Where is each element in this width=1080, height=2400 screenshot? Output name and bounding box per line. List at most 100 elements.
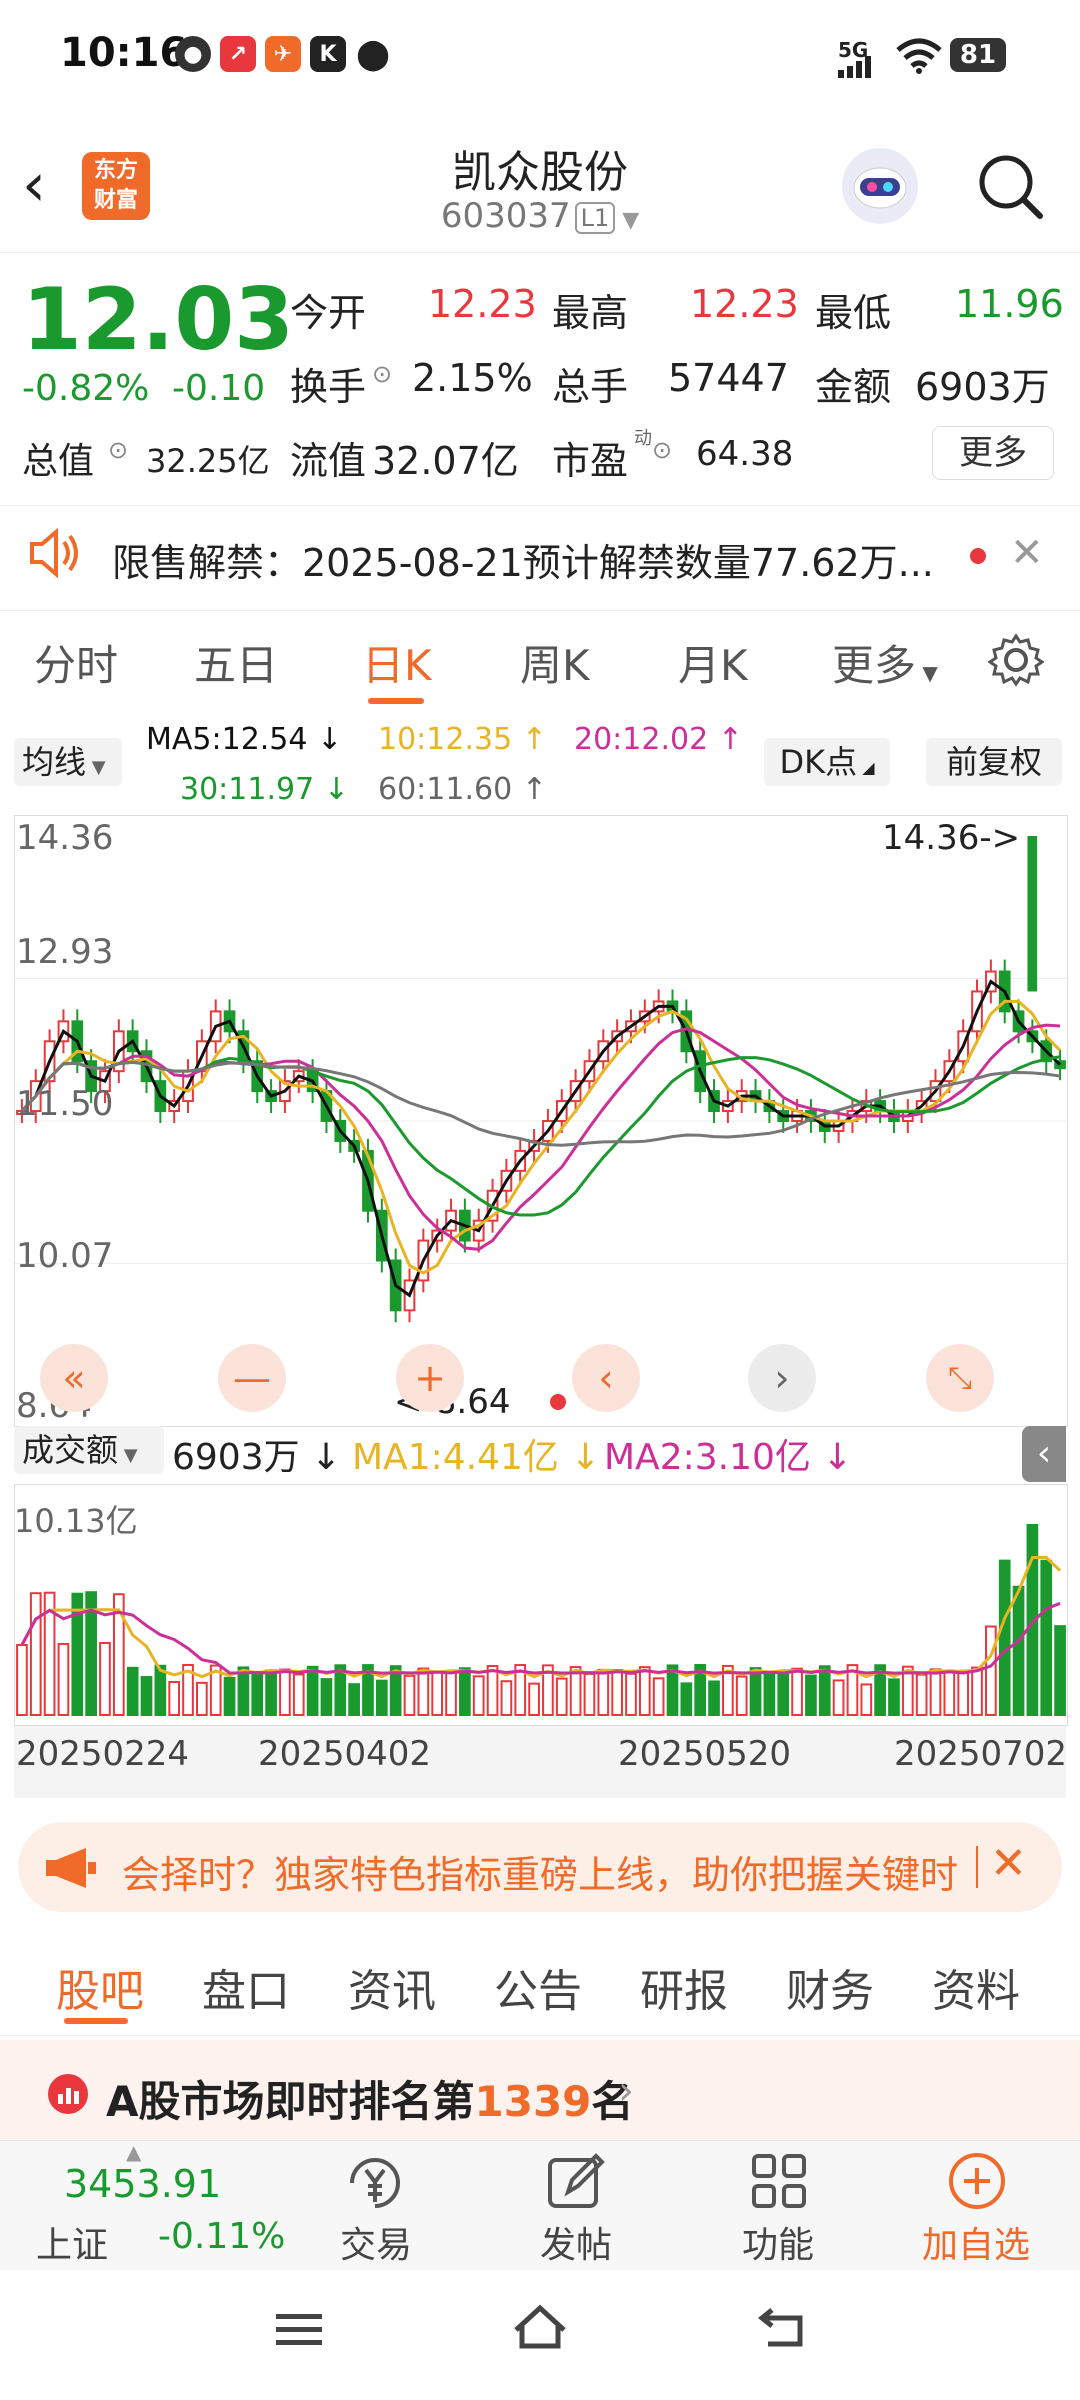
robot-assistant-icon[interactable]: [842, 148, 918, 224]
volume-selector-label: 成交额: [22, 1431, 119, 1469]
zoom-out-icon[interactable]: —: [218, 1344, 286, 1412]
fullscreen-icon[interactable]: ⤡: [926, 1344, 994, 1412]
tab-research[interactable]: 研报: [640, 1955, 728, 2019]
stock-app-icon: ↗: [220, 36, 256, 72]
tab-announcements[interactable]: 公告: [494, 1955, 582, 2019]
back-nav-icon[interactable]: [754, 2302, 810, 2354]
volume-bar: [126, 1666, 139, 1716]
signal-dot: [550, 1394, 566, 1410]
close-icon[interactable]: ✕: [1010, 530, 1044, 576]
ma30-value: 30:11.97 ↓: [180, 772, 349, 807]
post-label[interactable]: 发帖: [540, 2216, 612, 2268]
volume-indicator-selector[interactable]: 成交额 ▼: [14, 1426, 164, 1474]
dk-point-toggle[interactable]: DK点 ◢: [764, 738, 890, 786]
tab-finance[interactable]: 财务: [786, 1955, 874, 2019]
volume-bar: [99, 1641, 111, 1716]
volume-bar: [154, 1664, 167, 1716]
volume-bar: [860, 1683, 873, 1716]
mktcap-label: 总值: [22, 441, 95, 482]
volume-bar: [528, 1682, 540, 1717]
bird-app-icon: ✈: [265, 36, 301, 72]
volume-bar: [929, 1668, 942, 1716]
tab-more[interactable]: 更多 ▼: [832, 632, 938, 693]
volume-bar: [708, 1680, 720, 1716]
float-value: 32.07亿: [372, 439, 519, 483]
zoom-in-icon[interactable]: +: [396, 1344, 464, 1412]
add-circle-icon[interactable]: [944, 2148, 1010, 2218]
tab-forum[interactable]: 股吧: [56, 1955, 144, 2019]
volume-bar: [777, 1670, 790, 1716]
signal-icon: [838, 56, 878, 78]
volume-bar: [597, 1668, 610, 1716]
index-change[interactable]: -0.11%: [158, 2216, 285, 2257]
volume-bar: [57, 1642, 70, 1716]
function-label[interactable]: 功能: [742, 2216, 814, 2268]
ma5-value: MA5:12.54 ↓: [146, 722, 343, 757]
index-name[interactable]: 上证: [36, 2216, 108, 2268]
more-button[interactable]: 更多: [932, 426, 1054, 480]
tab-weekly-k[interactable]: 周K: [520, 632, 590, 693]
status-time: 10:16: [60, 30, 188, 76]
indicator-selector[interactable]: 均线 ▼: [14, 738, 122, 786]
menu-icon[interactable]: [274, 2310, 326, 2354]
wifi-icon: [896, 38, 942, 78]
candle-body: [1027, 836, 1038, 992]
add-watchlist-label[interactable]: 加自选: [922, 2216, 1030, 2268]
prev-icon[interactable]: ‹: [572, 1344, 640, 1412]
tab-profile[interactable]: 资料: [932, 1955, 1020, 2019]
promo-text: 会择时？独家特色指标重磅上线，助你把握关键时: [122, 1853, 959, 1897]
notice-text: 限售解禁：2025-08-21预计解禁数量77.62万...: [112, 541, 934, 585]
yen-icon[interactable]: [342, 2150, 408, 2220]
float-label: 流值: [290, 439, 367, 483]
info-icon[interactable]: ⊙: [108, 436, 128, 464]
fast-back-icon[interactable]: «: [40, 1344, 108, 1412]
tab-orderbook[interactable]: 盘口: [202, 1955, 290, 2019]
tab-indicator: [368, 698, 424, 704]
divider: [976, 1846, 978, 1888]
corner-arrow-icon: ◢: [857, 758, 875, 777]
volume-chart[interactable]: [14, 1484, 1068, 1726]
volume-bar: [445, 1671, 457, 1716]
tab-monthly-k[interactable]: 月K: [678, 632, 748, 693]
amount-label: 金额: [815, 365, 892, 409]
stock-code-row[interactable]: 603037 L1 ▼: [0, 196, 1080, 236]
tab-daily-k[interactable]: 日K: [362, 632, 432, 693]
settings-icon[interactable]: [987, 632, 1045, 692]
chevron-right-icon: ›: [618, 2068, 634, 2114]
apps-icon[interactable]: [748, 2150, 810, 2216]
kline-chart[interactable]: [14, 815, 1068, 1427]
stock-code: 603037: [440, 196, 571, 236]
volume-bar: [625, 1672, 637, 1717]
chevron-down-icon: ▼: [118, 1445, 138, 1466]
collapse-panel-icon[interactable]: ‹: [1022, 1426, 1066, 1482]
index-value[interactable]: 3453.91: [64, 2162, 221, 2206]
volume-bar: [763, 1671, 776, 1716]
close-icon[interactable]: ✕: [990, 1838, 1027, 1889]
volume-bar: [375, 1679, 388, 1716]
info-icon[interactable]: ⊙: [372, 360, 392, 388]
volume-ma2: MA2:3.10亿 ↓: [604, 1437, 853, 1478]
search-icon[interactable]: [976, 152, 1046, 226]
stock-name: 凯众股份: [452, 147, 628, 198]
volume-bar: [583, 1672, 596, 1716]
volume-bar: [555, 1677, 568, 1717]
trade-label[interactable]: 交易: [340, 2216, 412, 2268]
volume-label: 总手: [552, 365, 629, 409]
edit-icon[interactable]: [544, 2150, 608, 2218]
volume-bar: [957, 1672, 970, 1716]
ma-line: [20, 979, 1062, 1298]
next-icon[interactable]: ›: [748, 1344, 816, 1412]
tab-news[interactable]: 资讯: [348, 1955, 436, 2019]
date-label: 20250702: [894, 1734, 1068, 1774]
volume-bar: [915, 1673, 928, 1717]
home-icon[interactable]: [510, 2300, 570, 2356]
volume-bar: [749, 1667, 762, 1717]
tab-five-day[interactable]: 五日: [194, 632, 278, 693]
pe-value: 64.38: [696, 434, 794, 474]
adjust-selector[interactable]: 前复权: [926, 738, 1062, 786]
ma10-value: 10:12.35 ↑: [378, 722, 547, 757]
volume-bar: [279, 1668, 291, 1717]
axis-label: 11.50: [16, 1084, 114, 1124]
tab-intraday[interactable]: 分时: [34, 632, 118, 693]
info-icon[interactable]: ⊙: [652, 436, 672, 464]
